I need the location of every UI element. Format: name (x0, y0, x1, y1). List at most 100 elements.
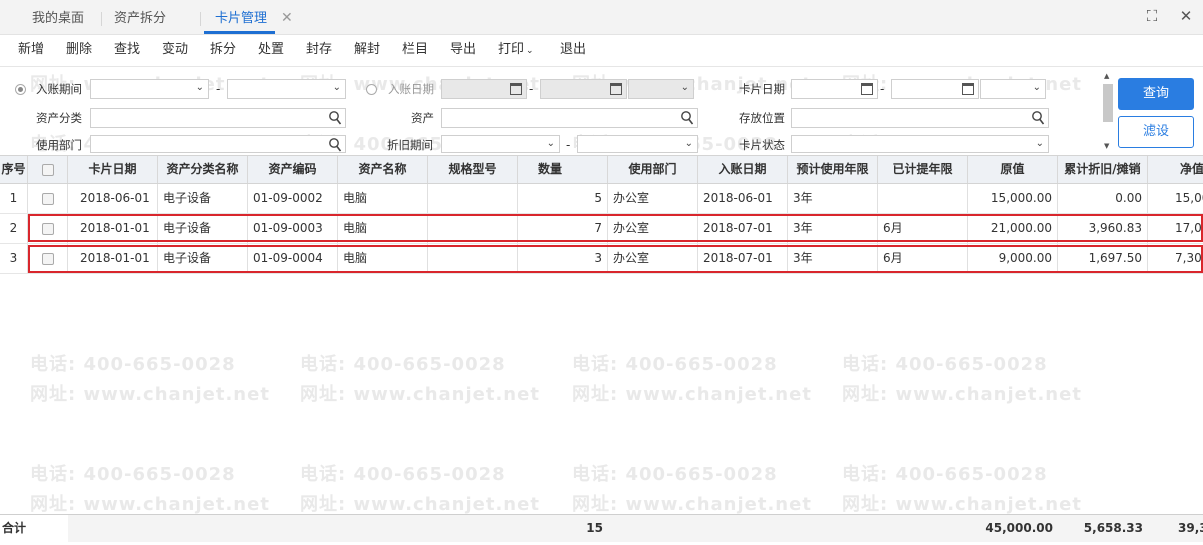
columns-button[interactable]: 栏目 (402, 35, 428, 65)
close-icon[interactable]: ✕ (281, 10, 293, 26)
tab-desktop[interactable]: 我的桌面 (32, 0, 84, 35)
watermark-text: 电话: 400-665-0028 (300, 354, 506, 375)
asset-code-cell: 01-09-0002 (248, 184, 338, 213)
posting-period-start-select[interactable]: ⌄ (90, 79, 209, 99)
total-original-value: 45,000.00 (985, 521, 1053, 535)
card-date-preset-select[interactable]: ⌄ (980, 79, 1046, 99)
depreciation-period-start-select[interactable]: ⌄ (441, 135, 560, 153)
watermark-text: 电话: 400-665-0028 (30, 354, 236, 375)
card-date-cell: 2018-01-01 (68, 214, 158, 243)
close-window-icon[interactable]: ✕ (1176, 6, 1196, 26)
row-checkbox-cell[interactable] (28, 214, 68, 243)
depreciation-period-end-select[interactable]: ⌄ (577, 135, 698, 153)
watermark-text: 网址: www.chanjet.net (30, 494, 270, 515)
calendar-icon[interactable] (610, 83, 622, 95)
calendar-icon[interactable] (510, 83, 522, 95)
filter-settings-button[interactable]: 滤设 (1118, 116, 1194, 148)
query-button[interactable]: 查询 (1118, 78, 1194, 110)
col-header-quantity[interactable]: 数量 (518, 156, 608, 183)
useful-life-cell: 3年 (788, 214, 878, 243)
search-icon[interactable] (680, 110, 694, 126)
col-header-months-depreciated[interactable]: 已计提年限 (878, 156, 968, 183)
asset-input[interactable] (441, 108, 698, 128)
seal-button[interactable]: 封存 (306, 35, 332, 65)
department-input[interactable] (90, 135, 346, 153)
col-header-card-date[interactable]: 卡片日期 (68, 156, 158, 183)
card-date-start-field[interactable] (791, 79, 878, 99)
posting-period-radio[interactable] (15, 84, 26, 95)
row-checkbox[interactable] (41, 192, 54, 205)
watermark-text: 网址: www.chanjet.net (842, 384, 1082, 405)
posting-date-preset-select[interactable]: ⌄ (628, 79, 694, 99)
row-checkbox[interactable] (41, 222, 54, 235)
search-icon[interactable] (328, 137, 342, 153)
table-row[interactable]: 3 2018-01-01 电子设备 01-09-0004 电脑 3 办公室 20… (0, 244, 1203, 274)
accumulated-depreciation-cell: 0.00 (1058, 184, 1148, 213)
tab-card-management[interactable]: 卡片管理 (215, 0, 267, 35)
posting-date-start-field[interactable] (441, 79, 527, 99)
quantity-cell: 3 (518, 244, 608, 273)
calendar-icon[interactable] (962, 83, 974, 95)
row-checkbox-cell[interactable] (28, 184, 68, 213)
posting-date-radio[interactable] (366, 84, 377, 95)
posting-date-end-field[interactable] (540, 79, 627, 99)
asset-label: 资产 (411, 111, 434, 125)
scroll-up-icon[interactable]: ▲ (1104, 72, 1109, 80)
watermark-text: 电话: 400-665-0028 (30, 464, 236, 485)
col-header-posting-date[interactable]: 入账日期 (698, 156, 788, 183)
col-header-select[interactable] (28, 156, 68, 183)
accumulated-depreciation-cell: 1,697.50 (1058, 244, 1148, 273)
months-depreciated-cell (878, 184, 968, 213)
tab-separator (200, 12, 201, 26)
table-row[interactable]: 2 2018-01-01 电子设备 01-09-0003 电脑 7 办公室 20… (0, 214, 1203, 244)
export-button[interactable]: 导出 (450, 35, 476, 65)
select-all-checkbox[interactable] (41, 163, 54, 176)
dispose-button[interactable]: 处置 (258, 35, 284, 65)
col-header-spec[interactable]: 规格型号 (428, 156, 518, 183)
col-header-department[interactable]: 使用部门 (608, 156, 698, 183)
scroll-thumb[interactable] (1103, 84, 1113, 122)
col-header-asset-name[interactable]: 资产名称 (338, 156, 428, 183)
col-header-asset-code[interactable]: 资产编码 (248, 156, 338, 183)
add-button[interactable]: 新增 (18, 35, 44, 65)
scroll-down-icon[interactable]: ▼ (1104, 142, 1109, 150)
search-icon[interactable] (1031, 110, 1045, 126)
search-icon[interactable] (328, 110, 342, 126)
totals-label: 合计 (2, 521, 27, 535)
table-row[interactable]: 1 2018-06-01 电子设备 01-09-0002 电脑 5 办公室 20… (0, 184, 1203, 214)
tab-asset-split[interactable]: 资产拆分 (114, 0, 166, 35)
calendar-icon[interactable] (861, 83, 873, 95)
chevron-down-icon: ⌄ (195, 82, 204, 93)
category-cell: 电子设备 (158, 244, 248, 273)
department-cell: 办公室 (608, 184, 698, 213)
col-header-accumulated-depreciation[interactable]: 累计折旧/摊销 (1058, 156, 1148, 183)
col-header-category[interactable]: 资产分类名称 (158, 156, 248, 183)
asset-code-cell: 01-09-0003 (248, 214, 338, 243)
range-dash: - (566, 138, 571, 152)
posting-period-end-select[interactable]: ⌄ (227, 79, 346, 99)
asset-category-input[interactable] (90, 108, 346, 128)
col-header-original-value[interactable]: 原值 (968, 156, 1058, 183)
delete-button[interactable]: 删除 (66, 35, 92, 65)
col-header-useful-life[interactable]: 预计使用年限 (788, 156, 878, 183)
watermark-text: 网址: www.chanjet.net (842, 494, 1082, 515)
find-button[interactable]: 查找 (114, 35, 140, 65)
col-header-net-value[interactable]: 净值 (1148, 156, 1203, 183)
filter-scrollbar[interactable]: ▲ ▼ (1102, 72, 1114, 152)
watermark-text: 电话: 400-665-0028 (842, 354, 1048, 375)
maximize-icon[interactable]: ⛶ (1142, 6, 1162, 26)
card-status-select[interactable]: ⌄ (791, 135, 1049, 153)
change-button[interactable]: 变动 (162, 35, 188, 65)
row-checkbox-cell[interactable] (28, 244, 68, 273)
posting-date-cell: 2018-06-01 (698, 184, 788, 213)
useful-life-cell: 3年 (788, 184, 878, 213)
row-checkbox[interactable] (41, 252, 54, 265)
storage-location-input[interactable] (791, 108, 1049, 128)
split-button[interactable]: 拆分 (210, 35, 236, 65)
unseal-button[interactable]: 解封 (354, 35, 380, 65)
print-button[interactable]: 打印 ⌄ (498, 35, 534, 65)
card-date-end-field[interactable] (891, 79, 979, 99)
exit-button[interactable]: 退出 (560, 35, 586, 65)
col-header-index[interactable]: 序号 (0, 156, 28, 183)
chevron-down-icon: ⌄ (1032, 82, 1041, 93)
